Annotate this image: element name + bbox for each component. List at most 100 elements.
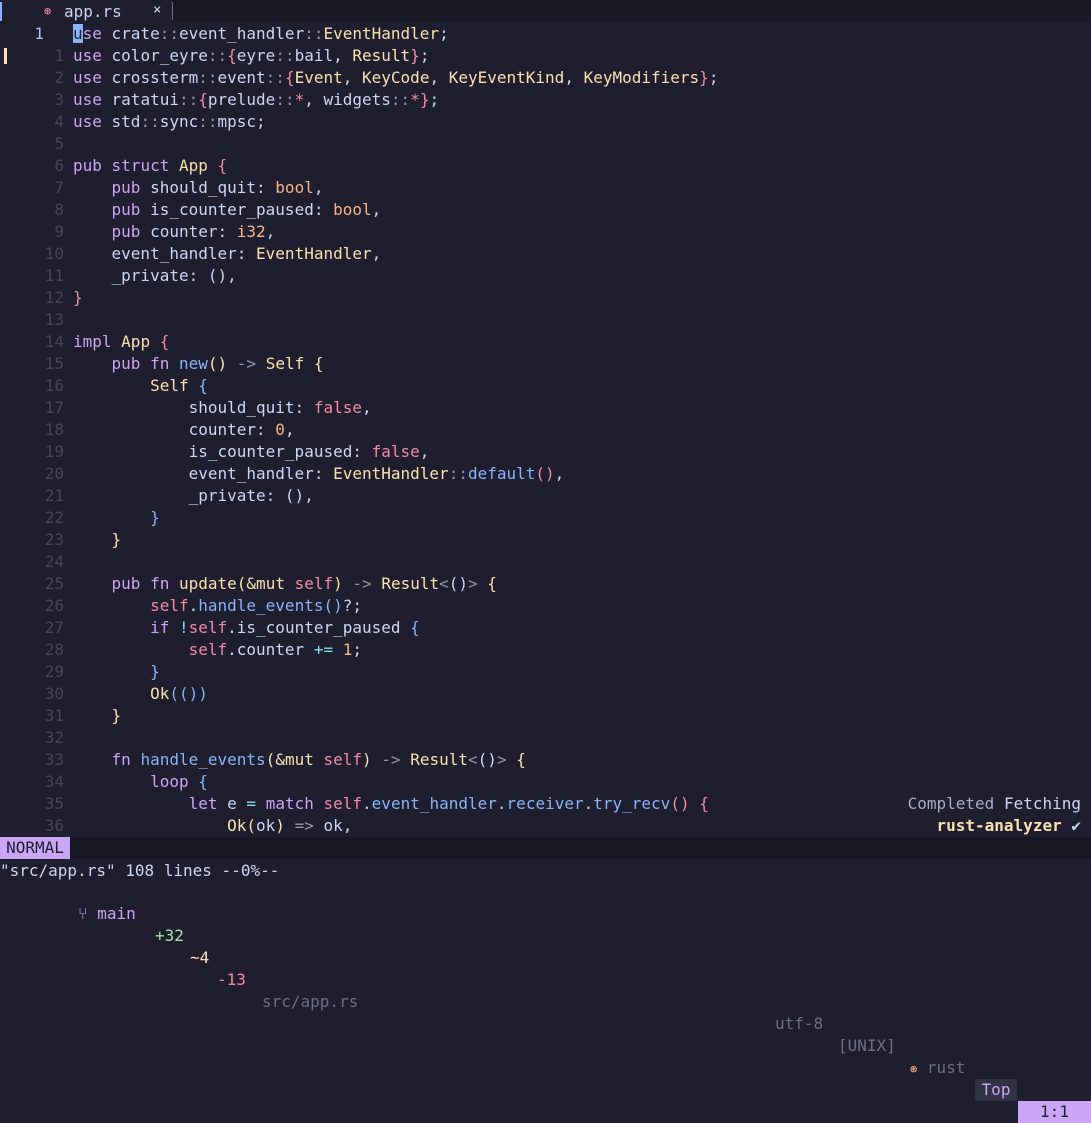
code-text[interactable]: self.handle_events()?; bbox=[73, 595, 362, 617]
code-line[interactable]: 1 use crate::event_handler::EventHandler; bbox=[0, 23, 1091, 45]
line-number: 1 bbox=[34, 24, 44, 43]
code-text[interactable]: use crate::event_handler::EventHandler; bbox=[73, 23, 449, 45]
code-line[interactable]: 21 _private: (), bbox=[0, 485, 1091, 507]
code-text[interactable]: pub fn update(&mut self) -> Result<()> { bbox=[73, 573, 497, 595]
code-line[interactable]: 29 } bbox=[0, 661, 1091, 683]
code-line[interactable]: 10 event_handler: EventHandler, bbox=[0, 243, 1091, 265]
tabline: ⊛ app.rs × bbox=[0, 0, 1091, 22]
code-text[interactable]: use ratatui::{prelude::*, widgets::*}; bbox=[73, 89, 439, 111]
cursor-position: 1:1 bbox=[1018, 1101, 1091, 1123]
code-text[interactable]: counter: 0, bbox=[73, 419, 295, 441]
code-text[interactable]: } bbox=[73, 661, 160, 683]
line-number: 19 bbox=[44, 442, 64, 461]
code-line[interactable]: 34 loop { bbox=[0, 771, 1091, 793]
code-line[interactable]: 28 self.counter += 1; bbox=[0, 639, 1091, 661]
close-icon[interactable]: × bbox=[153, 2, 161, 18]
check-icon: ✔ bbox=[1071, 816, 1081, 835]
code-text[interactable]: use std::sync::mpsc; bbox=[73, 111, 266, 133]
code-text[interactable]: use crossterm::event::{Event, KeyCode, K… bbox=[73, 67, 718, 89]
code-line[interactable]: 6 pub struct App { bbox=[0, 155, 1091, 177]
tab-app-rs[interactable]: ⊛ app.rs × bbox=[2, 0, 172, 22]
line-number: 1 bbox=[54, 46, 64, 65]
code-text[interactable]: pub is_counter_paused: bool, bbox=[73, 199, 382, 221]
code-text[interactable]: Self { bbox=[73, 375, 208, 397]
code-text[interactable]: fn handle_events(&mut self) -> Result<()… bbox=[73, 749, 526, 771]
code-text[interactable]: loop { bbox=[73, 771, 208, 793]
code-text[interactable]: let e = match self.event_handler.receive… bbox=[73, 793, 709, 815]
code-line[interactable]: 18 counter: 0, bbox=[0, 419, 1091, 441]
line-number: 7 bbox=[54, 178, 64, 197]
code-line[interactable]: 22 } bbox=[0, 507, 1091, 529]
code-text[interactable]: _private: (), bbox=[73, 485, 314, 507]
code-line[interactable]: 14 impl App { bbox=[0, 331, 1091, 353]
lsp-server: rust-analyzer bbox=[936, 816, 1062, 835]
code-text[interactable]: } bbox=[73, 287, 83, 309]
line-number: 16 bbox=[44, 376, 64, 395]
line-number: 22 bbox=[44, 508, 64, 527]
code-text[interactable]: pub struct App { bbox=[73, 155, 227, 177]
code-line[interactable]: 3 use ratatui::{prelude::*, widgets::*}; bbox=[0, 89, 1091, 111]
code-line[interactable]: 26 self.handle_events()?; bbox=[0, 595, 1091, 617]
code-line[interactable]: 7 pub should_quit: bool, bbox=[0, 177, 1091, 199]
code-line[interactable]: 23 } bbox=[0, 529, 1091, 551]
line-number: 24 bbox=[44, 552, 64, 571]
code-text[interactable]: pub counter: i32, bbox=[73, 221, 276, 243]
code-line[interactable]: 24 bbox=[0, 551, 1091, 573]
code-line[interactable]: 19 is_counter_paused: false, bbox=[0, 441, 1091, 463]
code-line[interactable]: 17 should_quit: false, bbox=[0, 397, 1091, 419]
code-text[interactable]: } bbox=[73, 507, 160, 529]
code-line[interactable]: 15 pub fn new() -> Self { bbox=[0, 353, 1091, 375]
code-line[interactable]: 4 use std::sync::mpsc; bbox=[0, 111, 1091, 133]
code-text[interactable]: Ok(ok) => ok, bbox=[73, 815, 352, 837]
code-text[interactable]: if !self.is_counter_paused { bbox=[73, 617, 420, 639]
line-number: 8 bbox=[54, 200, 64, 219]
code-line[interactable]: 1 use color_eyre::{eyre::bail, Result}; bbox=[0, 45, 1091, 67]
code-line[interactable]: 20 event_handler: EventHandler::default(… bbox=[0, 463, 1091, 485]
code-text[interactable]: event_handler: EventHandler, bbox=[73, 243, 382, 265]
code-line[interactable]: 11 _private: (), bbox=[0, 265, 1091, 287]
code-text[interactable]: use color_eyre::{eyre::bail, Result}; bbox=[73, 45, 429, 67]
line-number: 34 bbox=[44, 772, 64, 791]
code-text[interactable]: event_handler: EventHandler::default(), bbox=[73, 463, 565, 485]
code-line[interactable]: 25 pub fn update(&mut self) -> Result<()… bbox=[0, 573, 1091, 595]
code-line[interactable]: 33 fn handle_events(&mut self) -> Result… bbox=[0, 749, 1091, 771]
line-number: 23 bbox=[44, 530, 64, 549]
lsp-progress: Completed Fetching rust-analyzer ✔ bbox=[908, 793, 1081, 837]
statusline: NORMAL ⑂ main +32 ~4 -13 src/app.rs utf-… bbox=[0, 837, 1091, 1123]
code-line[interactable]: 5 bbox=[0, 133, 1091, 155]
editor-buffer[interactable]: 1 use crate::event_handler::EventHandler;… bbox=[0, 23, 1091, 837]
code-line[interactable]: 12} bbox=[0, 287, 1091, 309]
code-line[interactable]: 30 Ok(()) bbox=[0, 683, 1091, 705]
code-text[interactable]: pub should_quit: bool, bbox=[73, 177, 324, 199]
code-text[interactable]: should_quit: false, bbox=[73, 397, 372, 419]
code-text[interactable]: is_counter_paused: false, bbox=[73, 441, 430, 463]
code-text[interactable]: _private: (), bbox=[73, 265, 237, 287]
code-text[interactable]: impl App { bbox=[73, 331, 169, 353]
line-number: 9 bbox=[54, 222, 64, 241]
code-text[interactable]: } bbox=[73, 705, 122, 727]
code-line[interactable]: 9 pub counter: i32, bbox=[0, 221, 1091, 243]
code-text[interactable]: self.counter += 1; bbox=[73, 639, 362, 661]
code-line[interactable]: 32 bbox=[0, 727, 1091, 749]
line-number: 21 bbox=[44, 486, 64, 505]
command-line[interactable]: "src/app.rs" 108 lines --0%-- bbox=[0, 859, 1091, 882]
code-line[interactable]: 31 } bbox=[0, 705, 1091, 727]
tab-separator bbox=[172, 2, 173, 20]
code-line[interactable]: 16 Self { bbox=[0, 375, 1091, 397]
git-branch[interactable]: ⑂ main bbox=[78, 903, 136, 925]
line-number: 3 bbox=[54, 90, 64, 109]
diff-added: +32 bbox=[155, 926, 184, 945]
line-number: 10 bbox=[44, 244, 64, 263]
code-line[interactable]: 8 pub is_counter_paused: bool, bbox=[0, 199, 1091, 221]
code-line[interactable]: 27 if !self.is_counter_paused { bbox=[0, 617, 1091, 639]
line-number: 30 bbox=[44, 684, 64, 703]
file-encoding: utf-8 bbox=[775, 1014, 824, 1033]
line-number: 4 bbox=[54, 112, 64, 131]
code-text[interactable]: } bbox=[73, 529, 122, 551]
code-text[interactable]: Ok(()) bbox=[73, 683, 208, 705]
line-number: 15 bbox=[44, 354, 64, 373]
diff-modified: ~4 bbox=[190, 948, 210, 967]
code-line[interactable]: 13 bbox=[0, 309, 1091, 331]
code-line[interactable]: 2 use crossterm::event::{Event, KeyCode, … bbox=[0, 67, 1091, 89]
code-text[interactable]: pub fn new() -> Self { bbox=[73, 353, 324, 375]
